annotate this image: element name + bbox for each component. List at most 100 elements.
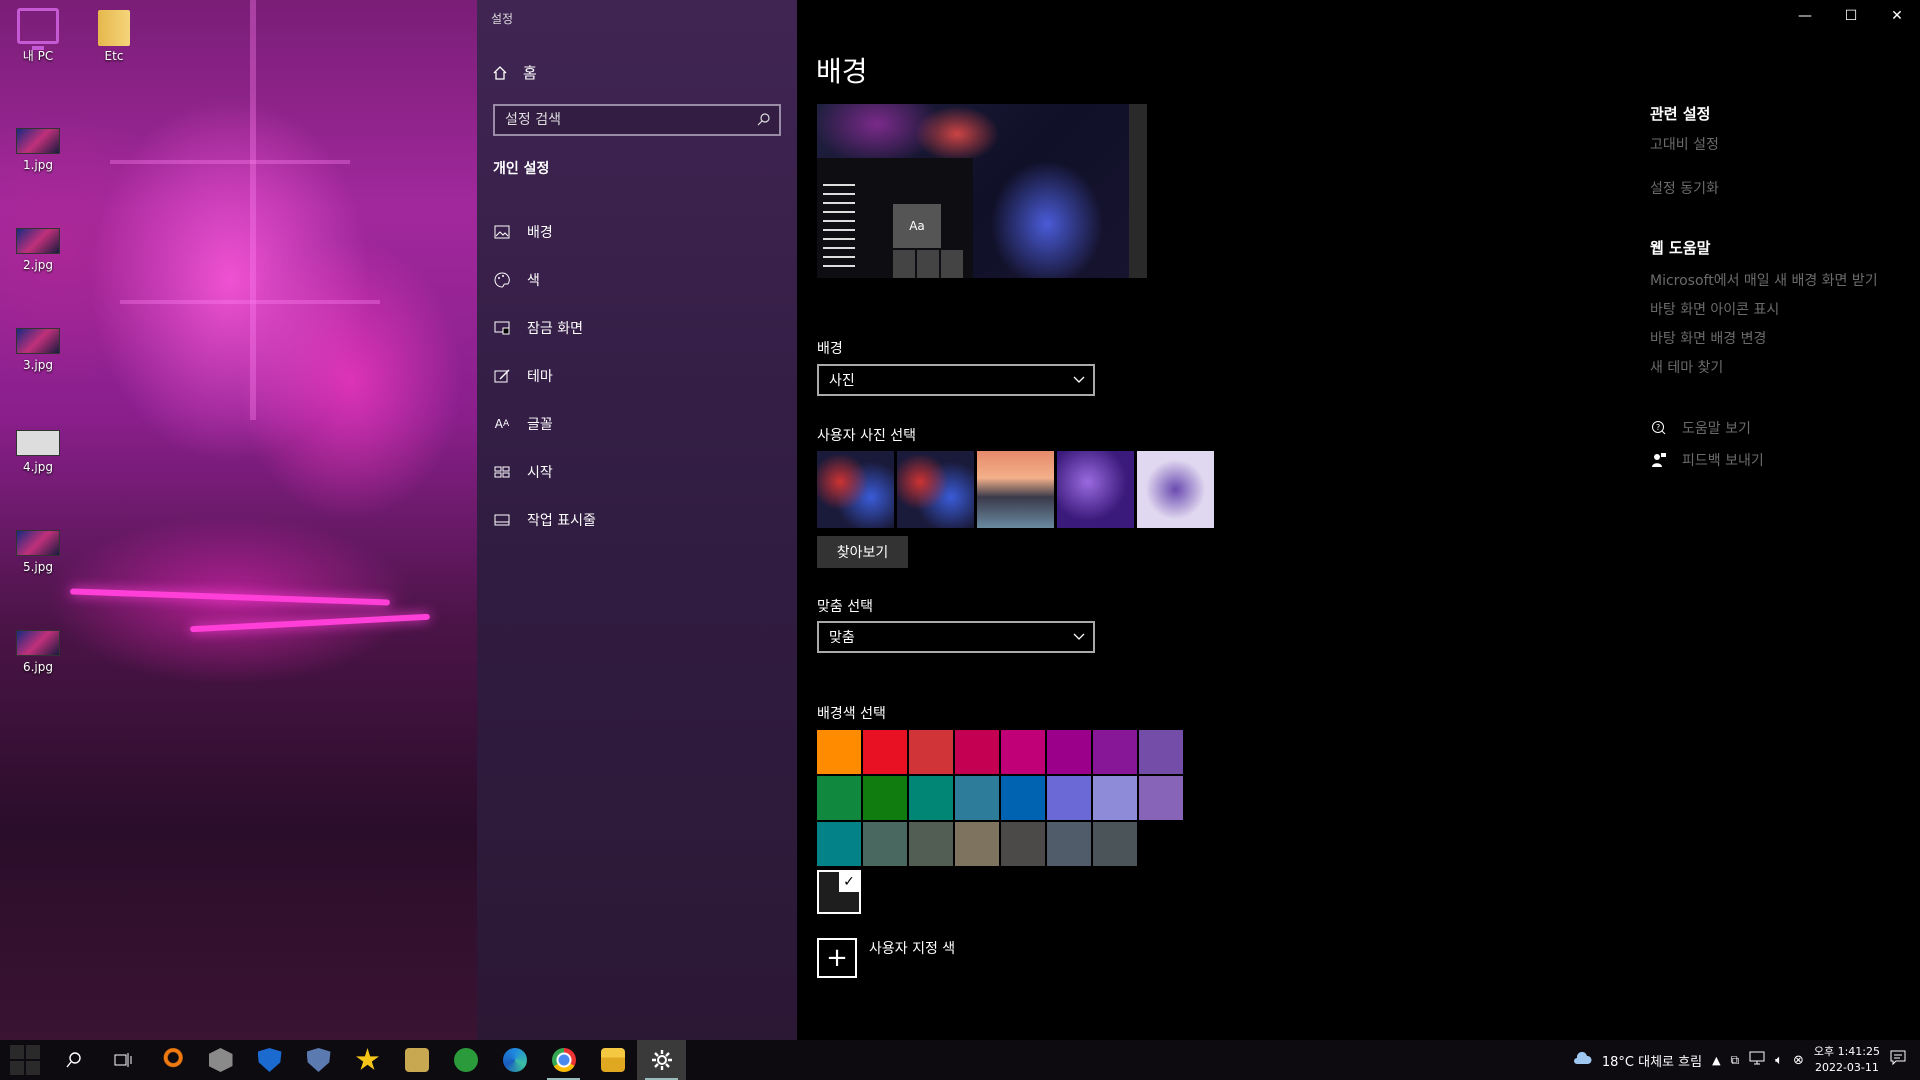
color-swatch[interactable] xyxy=(1047,776,1091,820)
taskbar-app-favorites[interactable] xyxy=(343,1040,392,1080)
picture-thumbnail[interactable] xyxy=(1137,451,1214,528)
browse-button[interactable]: 찾아보기 xyxy=(817,536,908,568)
color-swatch[interactable] xyxy=(1047,730,1091,774)
weather-icon[interactable] xyxy=(1572,1050,1592,1070)
color-swatch[interactable] xyxy=(955,730,999,774)
nav-item-lock-screen[interactable]: 잠금 화면 xyxy=(477,304,797,352)
start-button[interactable] xyxy=(0,1040,49,1080)
search-button[interactable] xyxy=(49,1040,98,1080)
nav-item-theme[interactable]: 테마 xyxy=(477,352,797,400)
color-swatch[interactable] xyxy=(909,730,953,774)
desktop-icon-6jpg[interactable]: 6.jpg xyxy=(2,630,74,674)
color-swatch[interactable] xyxy=(1093,822,1137,866)
nav-item-color[interactable]: 색 xyxy=(477,256,797,304)
close-circle-icon[interactable]: ⊗ xyxy=(1793,1053,1804,1068)
fit-dropdown[interactable]: 맞춤 xyxy=(817,621,1095,653)
color-swatch[interactable] xyxy=(863,822,907,866)
picture-thumbnail[interactable] xyxy=(897,451,974,528)
taskbar-app-torrent[interactable] xyxy=(441,1040,490,1080)
color-swatch[interactable] xyxy=(909,822,953,866)
desktop-icon-my-pc[interactable]: 내 PC xyxy=(2,8,74,64)
feedback-link[interactable]: 피드백 보내기 xyxy=(1650,450,1764,470)
get-help-link[interactable]: ? 도움말 보기 xyxy=(1650,418,1764,438)
color-swatch[interactable] xyxy=(1001,730,1045,774)
settings-search-input[interactable] xyxy=(505,112,745,128)
color-swatch[interactable] xyxy=(1047,822,1091,866)
maximize-button[interactable]: ☐ xyxy=(1828,0,1874,32)
color-swatch[interactable] xyxy=(1139,730,1183,774)
torrent-app-icon xyxy=(453,1048,478,1072)
brush-icon xyxy=(493,367,511,385)
window-controls: — ☐ ✕ xyxy=(1782,0,1920,32)
link-change-background[interactable]: 바탕 화면 배경 변경 xyxy=(1650,328,1878,348)
link-daily-wallpaper[interactable]: Microsoft에서 매일 새 배경 화면 받기 xyxy=(1650,270,1878,290)
color-swatch[interactable] xyxy=(863,730,907,774)
settings-nav-pane: 설정 홈 개인 설정 배경 xyxy=(477,0,797,1040)
image-file-icon xyxy=(16,430,60,456)
color-swatch[interactable] xyxy=(817,776,861,820)
nav-item-background[interactable]: 배경 xyxy=(477,208,797,256)
color-swatch[interactable] xyxy=(909,776,953,820)
color-swatch[interactable] xyxy=(1093,730,1137,774)
settings-search[interactable] xyxy=(493,104,781,136)
link-desktop-icons[interactable]: 바탕 화면 아이콘 표시 xyxy=(1650,299,1878,319)
taskbar-app-security[interactable] xyxy=(294,1040,343,1080)
taskbar-app-edge[interactable] xyxy=(490,1040,539,1080)
edge-app-icon xyxy=(502,1048,527,1072)
taskbar-app-defender[interactable] xyxy=(245,1040,294,1080)
image-file-icon xyxy=(16,328,60,354)
link-sync-settings[interactable]: 설정 동기화 xyxy=(1650,178,1719,198)
clock-time: 오후 1:41:25 xyxy=(1813,1045,1880,1058)
weather-text[interactable]: 18°C 대체로 흐림 xyxy=(1602,1051,1702,1070)
desktop-icon-4jpg[interactable]: 4.jpg xyxy=(2,430,74,474)
desktop-icon-etc[interactable]: Etc xyxy=(78,10,150,63)
nav-item-start[interactable]: 시작 xyxy=(477,448,797,496)
taskbar-app-book[interactable] xyxy=(392,1040,441,1080)
book-app-icon xyxy=(404,1048,429,1072)
custom-color-button[interactable]: + 사용자 지정 색 xyxy=(817,938,955,978)
taskbar-app-settings[interactable] xyxy=(637,1040,686,1080)
network-icon[interactable] xyxy=(1749,1051,1765,1069)
clock[interactable]: 오후 1:41:25 2022-03-11 xyxy=(1814,1044,1880,1076)
color-swatch[interactable] xyxy=(1001,822,1045,866)
chevron-up-icon[interactable]: ▲ xyxy=(1712,1054,1720,1067)
desktop-icon-2jpg[interactable]: 2.jpg xyxy=(2,228,74,272)
desktop-icon-5jpg[interactable]: 5.jpg xyxy=(2,530,74,574)
selected-color-swatch[interactable]: ✓ xyxy=(817,870,861,914)
taskbar-app-everything[interactable] xyxy=(147,1040,196,1080)
color-swatch[interactable] xyxy=(817,822,861,866)
folder-icon xyxy=(98,10,130,46)
taskbar-app-hex[interactable] xyxy=(196,1040,245,1080)
picture-thumbnail[interactable] xyxy=(977,451,1054,528)
desktop-icon-1jpg[interactable]: 1.jpg xyxy=(2,128,74,172)
nav-item-fonts[interactable]: AA 글꼴 xyxy=(477,400,797,448)
desktop-icon-label: 3.jpg xyxy=(22,358,54,372)
desktop-icon-3jpg[interactable]: 3.jpg xyxy=(2,328,74,372)
color-swatch[interactable] xyxy=(1001,776,1045,820)
close-button[interactable]: ✕ xyxy=(1874,0,1920,32)
link-high-contrast[interactable]: 고대비 설정 xyxy=(1650,134,1719,154)
color-swatch[interactable] xyxy=(817,730,861,774)
color-swatch[interactable] xyxy=(1093,776,1137,820)
task-view-button[interactable] xyxy=(98,1040,147,1080)
settings-window: 설정 홈 개인 설정 배경 xyxy=(477,0,1920,1040)
background-dropdown[interactable]: 사진 xyxy=(817,364,1095,396)
color-swatch[interactable] xyxy=(955,776,999,820)
link-get-themes[interactable]: 새 테마 찾기 xyxy=(1650,357,1878,377)
picture-thumbnail[interactable] xyxy=(1057,451,1134,528)
taskbar-app-chrome[interactable] xyxy=(539,1040,588,1080)
picture-thumbnail[interactable] xyxy=(817,451,894,528)
color-swatch[interactable] xyxy=(955,822,999,866)
color-swatch[interactable] xyxy=(1139,776,1183,820)
color-swatch[interactable] xyxy=(863,776,907,820)
meet-now-icon[interactable]: ⧉ xyxy=(1731,1053,1740,1068)
nav-item-taskbar[interactable]: 작업 표시줄 xyxy=(477,496,797,544)
volume-icon[interactable]: 🔈︎ xyxy=(1775,1053,1783,1068)
search-icon[interactable] xyxy=(757,111,771,130)
minimize-button[interactable]: — xyxy=(1782,0,1828,32)
background-dropdown-value: 사진 xyxy=(829,373,855,389)
nav-home[interactable]: 홈 xyxy=(491,62,537,83)
taskbar-app-explorer[interactable] xyxy=(588,1040,637,1080)
notification-icon[interactable] xyxy=(1890,1050,1906,1070)
lock-screen-icon xyxy=(493,319,511,337)
